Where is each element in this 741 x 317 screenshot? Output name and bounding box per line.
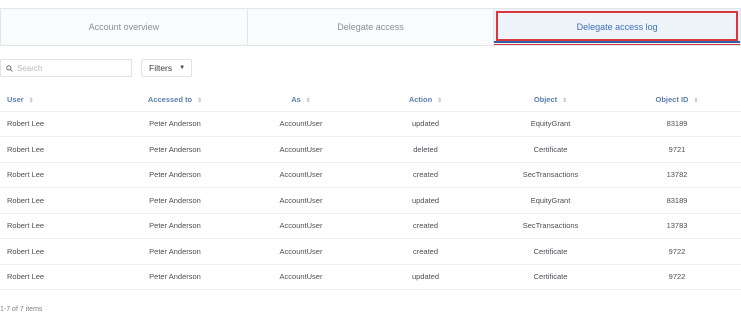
tab-highlight-box xyxy=(496,11,739,41)
cell-user: Robert Lee xyxy=(0,161,111,188)
cell-object-id: 9722 xyxy=(613,238,741,264)
cell-object: SecTransactions xyxy=(488,161,613,188)
column-header-object-id[interactable]: Object ID ⇕ xyxy=(613,89,741,111)
sort-icon: ⇕ xyxy=(305,98,311,105)
cell-action: deleted xyxy=(363,136,488,162)
cell-as: AccountUser xyxy=(239,263,363,290)
cell-object-id: 83189 xyxy=(613,187,741,213)
cell-user: Robert Lee xyxy=(0,110,111,137)
table-row: Robert Lee Peter Anderson AccountUser cr… xyxy=(0,161,741,188)
cell-as: AccountUser xyxy=(239,136,363,162)
cell-object-id: 13783 xyxy=(613,212,741,239)
cell-object-id: 13782 xyxy=(613,161,741,188)
cell-accessed-to: Peter Anderson xyxy=(111,161,239,188)
column-header-user[interactable]: User ⇕ xyxy=(0,89,111,111)
tab-highlight-underline xyxy=(494,44,741,45)
cell-object: EquityGrant xyxy=(488,110,613,137)
search-box[interactable] xyxy=(0,59,132,77)
cell-user: Robert Lee xyxy=(0,263,111,290)
cell-accessed-to: Peter Anderson xyxy=(111,263,239,290)
cell-user: Robert Lee xyxy=(0,187,111,213)
filters-label: Filters xyxy=(149,63,173,73)
tab-label: Account overview xyxy=(88,22,160,32)
cell-action: created xyxy=(363,212,488,239)
tab-active-underline xyxy=(494,41,741,43)
cell-object: EquityGrant xyxy=(488,187,613,213)
sort-icon: ⇕ xyxy=(693,98,699,105)
column-header-action[interactable]: Action ⇕ xyxy=(363,89,488,111)
cell-as: AccountUser xyxy=(239,212,363,239)
access-log-table: User ⇕ Accessed to ⇕ As ⇕ Action ⇕ Object ⇕ O… xyxy=(0,89,741,290)
tab-account-overview[interactable]: Account overview xyxy=(0,9,247,45)
cell-object: SecTransactions xyxy=(488,212,613,239)
sort-icon: ⇕ xyxy=(197,98,203,105)
table-row: Robert Lee Peter Anderson AccountUser up… xyxy=(0,110,741,137)
tab-bar: Account overview Delegate access Delegat… xyxy=(0,8,741,46)
cell-as: AccountUser xyxy=(239,161,363,188)
tab-label: Delegate access xyxy=(337,22,404,32)
cell-object-id: 83189 xyxy=(613,110,741,137)
cell-object-id: 9721 xyxy=(613,136,741,162)
cell-as: AccountUser xyxy=(239,187,363,213)
cell-object: Certificate xyxy=(488,238,613,264)
sort-icon: ⇕ xyxy=(28,98,34,105)
cell-accessed-to: Peter Anderson xyxy=(111,110,239,137)
column-header-accessed-to[interactable]: Accessed to ⇕ xyxy=(111,89,239,111)
pagination-summary: 1-7 of 7 items xyxy=(0,306,43,313)
table-row: Robert Lee Peter Anderson AccountUser up… xyxy=(0,187,741,213)
chevron-down-icon: ▼ xyxy=(179,65,186,71)
cell-accessed-to: Peter Anderson xyxy=(111,187,239,213)
cell-user: Robert Lee xyxy=(0,212,111,239)
column-header-object[interactable]: Object ⇕ xyxy=(488,89,613,111)
cell-action: created xyxy=(363,161,488,188)
sort-icon: ⇕ xyxy=(437,98,443,105)
cell-object-id: 9722 xyxy=(613,263,741,290)
table-row: Robert Lee Peter Anderson AccountUser cr… xyxy=(0,238,741,264)
sort-icon: ⇕ xyxy=(562,98,568,105)
column-header-as[interactable]: As ⇕ xyxy=(239,89,363,111)
search-icon xyxy=(6,64,13,72)
table-header-row: User ⇕ Accessed to ⇕ As ⇕ Action ⇕ Object ⇕ O… xyxy=(0,89,741,111)
cell-user: Robert Lee xyxy=(0,136,111,162)
cell-accessed-to: Peter Anderson xyxy=(111,136,239,162)
cell-action: updated xyxy=(363,187,488,213)
cell-action: updated xyxy=(363,110,488,137)
cell-as: AccountUser xyxy=(239,110,363,137)
cell-object: Certificate xyxy=(488,136,613,162)
cell-accessed-to: Peter Anderson xyxy=(111,212,239,239)
filters-dropdown[interactable]: Filters ▼ xyxy=(141,59,192,77)
toolbar: Filters ▼ xyxy=(0,59,741,77)
tab-delegate-access[interactable]: Delegate access xyxy=(246,9,494,45)
search-input[interactable] xyxy=(17,63,127,73)
cell-user: Robert Lee xyxy=(0,238,111,264)
cell-action: created xyxy=(363,238,488,264)
cell-accessed-to: Peter Anderson xyxy=(111,238,239,264)
cell-action: updated xyxy=(363,263,488,290)
tab-delegate-access-log[interactable]: Delegate access log xyxy=(493,9,741,45)
cell-object: Certificate xyxy=(488,263,613,290)
table-row: Robert Lee Peter Anderson AccountUser de… xyxy=(0,136,741,162)
table-row: Robert Lee Peter Anderson AccountUser cr… xyxy=(0,212,741,239)
cell-as: AccountUser xyxy=(239,238,363,264)
table-row: Robert Lee Peter Anderson AccountUser up… xyxy=(0,263,741,290)
